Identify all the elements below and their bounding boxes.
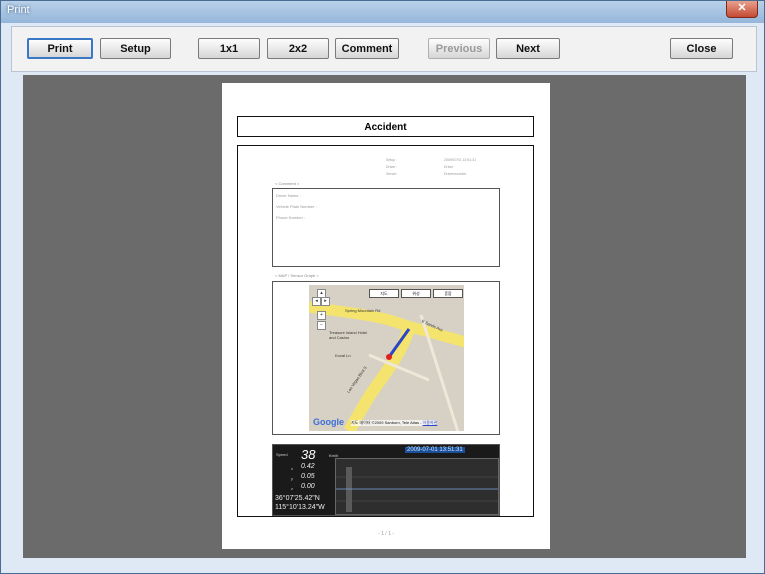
telemetry-panel: Speed 38 Km/h x 0.42 y 0.05 z 0.00 36°07… xyxy=(272,444,500,516)
landmark-label: Treasure Island Hotel and Casino xyxy=(329,330,368,340)
info-label: Server : xyxy=(386,172,399,176)
layout-2x2-button[interactable]: 2x2 xyxy=(267,38,329,59)
comment-line: Driver Name : xyxy=(276,193,301,198)
map-frame: 지도 위성 혼합 ▴ ◂ ▸ + − Spring Mountain Rd E … xyxy=(272,281,500,435)
comment-line: Phone Number : xyxy=(276,215,306,220)
map-attribution: 지도 데이터 ©2009 Sanborn, Tele Atlas - 이용약관 xyxy=(351,420,438,426)
report-title: Accident xyxy=(237,116,534,137)
previous-button[interactable]: Previous xyxy=(428,38,490,59)
report-body: Setup : 2009/07/01 13:51:31 Driver : Dri… xyxy=(237,145,534,517)
latitude: 36°07'25.42"N xyxy=(275,495,320,502)
info-label: Driver : xyxy=(386,165,398,169)
page-number: - 1 / 1 - xyxy=(378,531,394,537)
z-axis-label: z xyxy=(291,486,293,491)
toolbar: Print Setup 1x1 2x2 Comment Previous Nex… xyxy=(11,26,757,72)
print-window: Print ✕ Print Setup 1x1 2x2 Comment Prev… xyxy=(0,0,765,574)
z-axis-value: 0.00 xyxy=(301,483,315,490)
map-zoom-out-icon[interactable]: − xyxy=(317,321,326,330)
close-button[interactable]: Close xyxy=(670,38,733,59)
map-zoom-in-icon[interactable]: + xyxy=(317,311,326,320)
google-logo: Google xyxy=(313,417,344,427)
info-value: 2009/07/01 13:51:31 xyxy=(444,158,477,162)
info-value: Driver xyxy=(444,165,454,169)
sensor-graph xyxy=(335,458,499,515)
info-label: Setup : xyxy=(386,158,398,162)
print-preview-area[interactable]: Accident Setup : 2009/07/01 13:51:31 Dri… xyxy=(23,75,746,558)
info-value: Driverrecorder xyxy=(444,172,467,176)
comment-section-label: < Comment > xyxy=(275,181,300,186)
window-close-button[interactable]: ✕ xyxy=(726,1,758,18)
map-section-label: < MAP / Sensor Graph > xyxy=(275,273,319,278)
comment-box: Driver Name : Vehicle Plate Number : Pho… xyxy=(272,188,500,267)
terms-link[interactable]: 이용약관 xyxy=(423,420,438,425)
title-bar[interactable]: Print ✕ xyxy=(1,1,764,23)
map-type-tabs: 지도 위성 혼합 xyxy=(369,289,464,298)
road-label: Koval Ln xyxy=(335,353,351,358)
y-axis-label: y xyxy=(291,476,293,481)
sensor-graph-plot xyxy=(336,467,498,512)
speed-value: 38 xyxy=(301,447,316,462)
x-axis-value: 0.42 xyxy=(301,463,315,470)
y-axis-value: 0.05 xyxy=(301,473,315,480)
x-axis-label: x xyxy=(291,466,293,471)
next-button[interactable]: Next xyxy=(496,38,560,59)
map-pan-left-icon[interactable]: ◂ xyxy=(312,297,321,306)
map-tab-satellite[interactable]: 위성 xyxy=(401,289,431,298)
map-view: 지도 위성 혼합 ▴ ◂ ▸ + − Spring Mountain Rd E … xyxy=(309,285,464,431)
setup-button[interactable]: Setup xyxy=(100,38,171,59)
preview-page: Accident Setup : 2009/07/01 13:51:31 Dri… xyxy=(222,83,550,549)
map-roads xyxy=(309,301,464,431)
layout-1x1-button[interactable]: 1x1 xyxy=(198,38,260,59)
longitude: 115°10'13.24"W xyxy=(275,504,325,511)
comment-line: Vehicle Plate Number : xyxy=(276,204,317,209)
window-title: Print xyxy=(7,4,30,16)
road-label: Spring Mountain Rd xyxy=(345,308,381,313)
speed-label: Speed xyxy=(276,452,288,457)
datetime-readout: 2009-07-01 13:51:31 xyxy=(405,447,465,453)
print-button[interactable]: Print xyxy=(27,38,93,59)
comment-button[interactable]: Comment xyxy=(335,38,399,59)
map-pan-right-icon[interactable]: ▸ xyxy=(321,297,330,306)
map-tab-map[interactable]: 지도 xyxy=(369,289,399,298)
map-tab-hybrid[interactable]: 혼합 xyxy=(433,289,463,298)
